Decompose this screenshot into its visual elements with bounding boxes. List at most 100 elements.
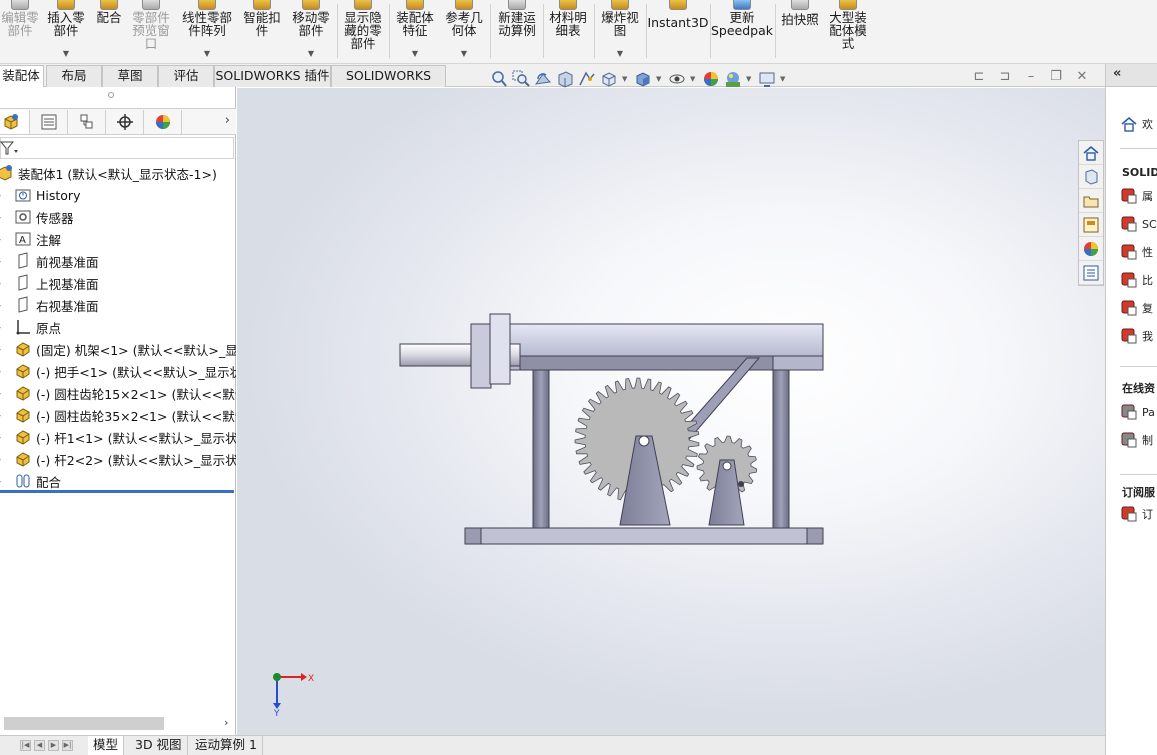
tree-item[interactable]: › 上视基准面 xyxy=(0,272,236,294)
tab-motion-study-1[interactable]: 运动算例 1 xyxy=(190,736,263,755)
tree-item[interactable]: › (-) 杆2<2> (默认<<默认>_显示状态 xyxy=(0,448,236,470)
previous-tab-icon[interactable]: ◀ xyxy=(34,740,45,751)
panel-splitter-handle[interactable] xyxy=(108,92,114,98)
tree-item[interactable]: › History xyxy=(0,184,236,206)
linear-pattern-button[interactable]: 线性零部 件阵列 ▼ xyxy=(178,0,236,62)
expand-arrow-icon[interactable]: › xyxy=(0,455,6,464)
task-pane-link[interactable]: 性 xyxy=(1120,242,1153,262)
chevron-down-icon[interactable]: ▼ xyxy=(204,49,210,58)
rollback-bar[interactable] xyxy=(0,490,234,493)
tree-item[interactable]: › (-) 杆1<1> (默认<<默认>_显示状态 xyxy=(0,426,236,448)
large-assembly-mode-button[interactable]: 大型装 配体模 式 xyxy=(824,0,872,62)
tree-item[interactable]: › 配合 xyxy=(0,470,236,492)
restore-icon[interactable]: ❐ xyxy=(1049,70,1063,84)
last-tab-icon[interactable]: ▶| xyxy=(62,740,73,751)
tab-3d-view[interactable]: 3D 视图 xyxy=(130,736,188,755)
expand-arrow-icon[interactable]: › xyxy=(0,257,6,266)
display-style-icon[interactable] xyxy=(634,70,652,88)
chevron-down-icon[interactable]: ▼ xyxy=(622,75,630,83)
tree-item[interactable]: › (-) 圆柱齿轮35×2<1> (默认<<默认 xyxy=(0,404,236,426)
edit-appearance-icon[interactable] xyxy=(702,70,720,88)
home-tab-icon[interactable] xyxy=(1079,141,1103,165)
tree-root-assembly[interactable]: 装配体1 (默认<默认_显示状态-1>) xyxy=(0,162,236,184)
smart-fasteners-button[interactable]: 智能扣 件 xyxy=(240,0,284,62)
tab-assembly[interactable]: 装配体 xyxy=(0,65,44,88)
expand-arrow-icon[interactable]: › xyxy=(0,235,6,244)
tab-evaluate[interactable]: 评估 xyxy=(158,65,214,87)
tree-item[interactable]: › (固定) 机架<1> (默认<<默认>_显示 xyxy=(0,338,236,360)
next-tab-icon[interactable]: ▶ xyxy=(48,740,59,751)
task-pane-link[interactable]: Pa xyxy=(1120,402,1155,422)
section-view-icon[interactable] xyxy=(556,70,574,88)
tab-solidworks-addins[interactable]: SOLIDWORKS 插件 xyxy=(214,65,331,87)
tree-item[interactable]: › 原点 xyxy=(0,316,236,338)
scroll-right-icon[interactable]: › xyxy=(224,716,228,729)
first-tab-icon[interactable]: |◀ xyxy=(20,740,31,751)
tab-model[interactable]: 模型 xyxy=(88,736,125,755)
dynamic-annotation-icon[interactable] xyxy=(578,70,596,88)
dimxpert-manager-tab[interactable] xyxy=(106,110,144,134)
chevron-down-icon[interactable]: ▼ xyxy=(412,49,418,58)
tree-item[interactable]: › 右视基准面 xyxy=(0,294,236,316)
chevron-down-icon[interactable]: ▼ xyxy=(63,49,69,58)
expand-arrow-icon[interactable]: › xyxy=(0,477,6,486)
chevron-down-icon[interactable]: ▼ xyxy=(617,49,623,58)
expand-arrow-icon[interactable]: › xyxy=(0,213,6,222)
update-speedpak-button[interactable]: 更新 Speedpak xyxy=(711,0,773,62)
bill-of-materials-button[interactable]: 材料明 细表 xyxy=(546,0,590,62)
expand-arrow-icon[interactable]: › xyxy=(0,433,6,442)
chevron-down-icon[interactable]: ▼ xyxy=(656,75,664,83)
chevron-down-icon[interactable]: ▼ xyxy=(308,49,314,58)
zoom-to-fit-icon[interactable] xyxy=(490,70,508,88)
take-snapshot-button[interactable]: 拍快照 xyxy=(778,0,822,62)
tile-vertical-icon[interactable]: ⊐ xyxy=(998,70,1012,84)
move-component-button[interactable]: 移动零 部件 ▼ xyxy=(288,0,334,62)
task-pane-link[interactable]: SC xyxy=(1120,214,1157,234)
chevron-down-icon[interactable]: ▼ xyxy=(746,75,754,83)
zoom-to-area-icon[interactable] xyxy=(512,70,530,88)
close-icon[interactable]: ✕ xyxy=(1075,70,1089,84)
component-preview-button[interactable]: 零部件 预览窗 口 xyxy=(128,0,174,62)
task-pane-link[interactable]: 比 xyxy=(1120,270,1153,290)
tree-item[interactable]: › (-) 圆柱齿轮15×2<1> (默认<<默认 xyxy=(0,382,236,404)
edit-component-button[interactable]: 编辑零 部件 xyxy=(0,0,40,62)
view-orientation-icon[interactable] xyxy=(600,70,618,88)
tree-item[interactable]: › (-) 把手<1> (默认<<默认>_显示状态 xyxy=(0,360,236,382)
exploded-view-button[interactable]: 爆炸视 图 ▼ xyxy=(597,0,643,62)
insert-component-button[interactable]: 插入零 部件 ▼ xyxy=(44,0,88,62)
feature-manager-tab[interactable] xyxy=(0,110,30,134)
chevron-down-icon[interactable]: ▼ xyxy=(780,75,788,83)
show-hidden-components-button[interactable]: 显示隐 藏的零 部件 xyxy=(340,0,386,62)
chevron-down-icon[interactable]: ▼ xyxy=(690,75,698,83)
design-library-tab-icon[interactable] xyxy=(1079,165,1103,189)
tab-layout[interactable]: 布局 xyxy=(46,65,102,87)
expand-arrow-icon[interactable]: › xyxy=(0,279,6,288)
task-pane-link[interactable]: 属 xyxy=(1120,186,1153,206)
display-manager-tab[interactable] xyxy=(144,110,182,134)
frame-top-beam[interactable] xyxy=(472,323,824,357)
tab-solidworks-mbd[interactable]: SOLIDWORKS MBD xyxy=(331,65,446,103)
expand-arrow-icon[interactable]: › xyxy=(0,345,6,354)
tab-sketch[interactable]: 草图 xyxy=(102,65,158,87)
frame-leg-right[interactable] xyxy=(772,355,790,529)
property-manager-tab[interactable] xyxy=(30,110,68,134)
tile-horizontal-icon[interactable]: ⊏ xyxy=(972,70,986,84)
assembly-model[interactable] xyxy=(237,88,1105,735)
task-pane-link[interactable]: 我 xyxy=(1120,326,1153,346)
view-palette-tab-icon[interactable] xyxy=(1079,213,1103,237)
frame-leg-left[interactable] xyxy=(532,355,550,529)
assembly-features-button[interactable]: 装配体 特征 ▼ xyxy=(392,0,438,62)
welcome-link[interactable]: 欢 xyxy=(1120,114,1153,134)
apply-scene-icon[interactable] xyxy=(724,70,742,88)
reference-geometry-button[interactable]: 参考几 何体 ▼ xyxy=(441,0,487,62)
new-motion-study-button[interactable]: 新建运 动算例 xyxy=(494,0,540,62)
expand-arrow-icon[interactable]: › xyxy=(0,301,6,310)
custom-properties-tab-icon[interactable] xyxy=(1079,261,1103,285)
task-pane-link[interactable]: 制 xyxy=(1120,430,1153,450)
chevron-down-icon[interactable]: ▼ xyxy=(461,49,467,58)
minimize-icon[interactable]: – xyxy=(1024,70,1038,84)
expand-arrow-icon[interactable]: › xyxy=(0,367,6,376)
tree-filter[interactable] xyxy=(0,137,234,159)
handle-collar[interactable] xyxy=(470,323,492,389)
expand-arrow-icon[interactable]: › xyxy=(0,389,6,398)
